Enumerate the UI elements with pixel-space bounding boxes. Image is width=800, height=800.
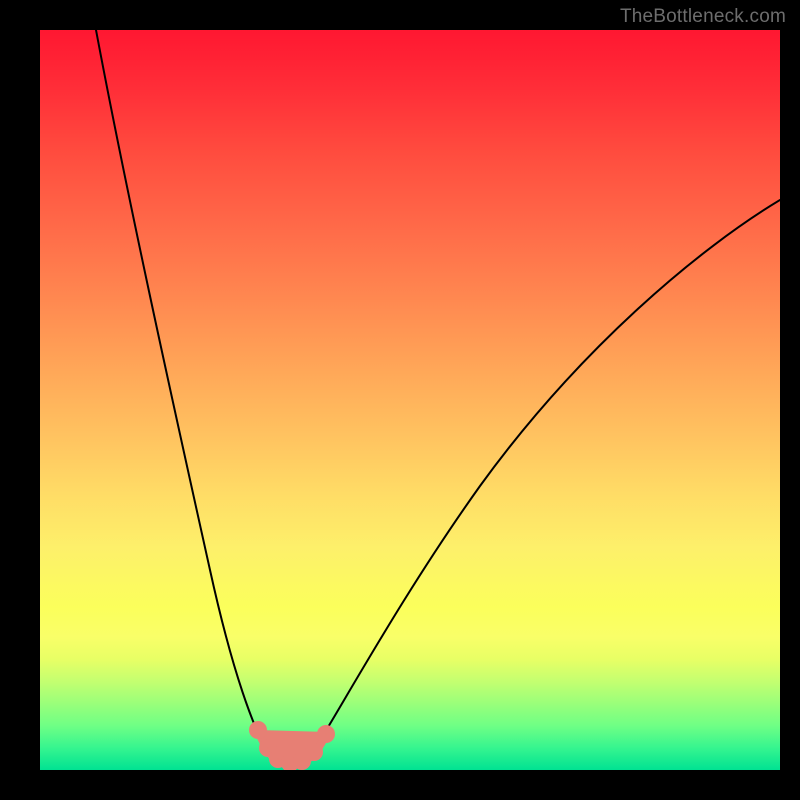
valley-marker-dot <box>253 725 263 735</box>
valley-marker-dot <box>321 729 331 739</box>
plot-area <box>40 30 780 770</box>
chart-frame: TheBottleneck.com <box>0 0 800 800</box>
chart-svg <box>40 30 780 770</box>
valley-marker-dot <box>263 743 273 753</box>
curve-right-branch <box>308 200 780 760</box>
watermark-text: TheBottleneck.com <box>620 6 786 28</box>
curve-left-branch <box>96 30 272 760</box>
valley-marker-dot <box>297 756 307 766</box>
valley-marker-dot <box>309 747 319 757</box>
